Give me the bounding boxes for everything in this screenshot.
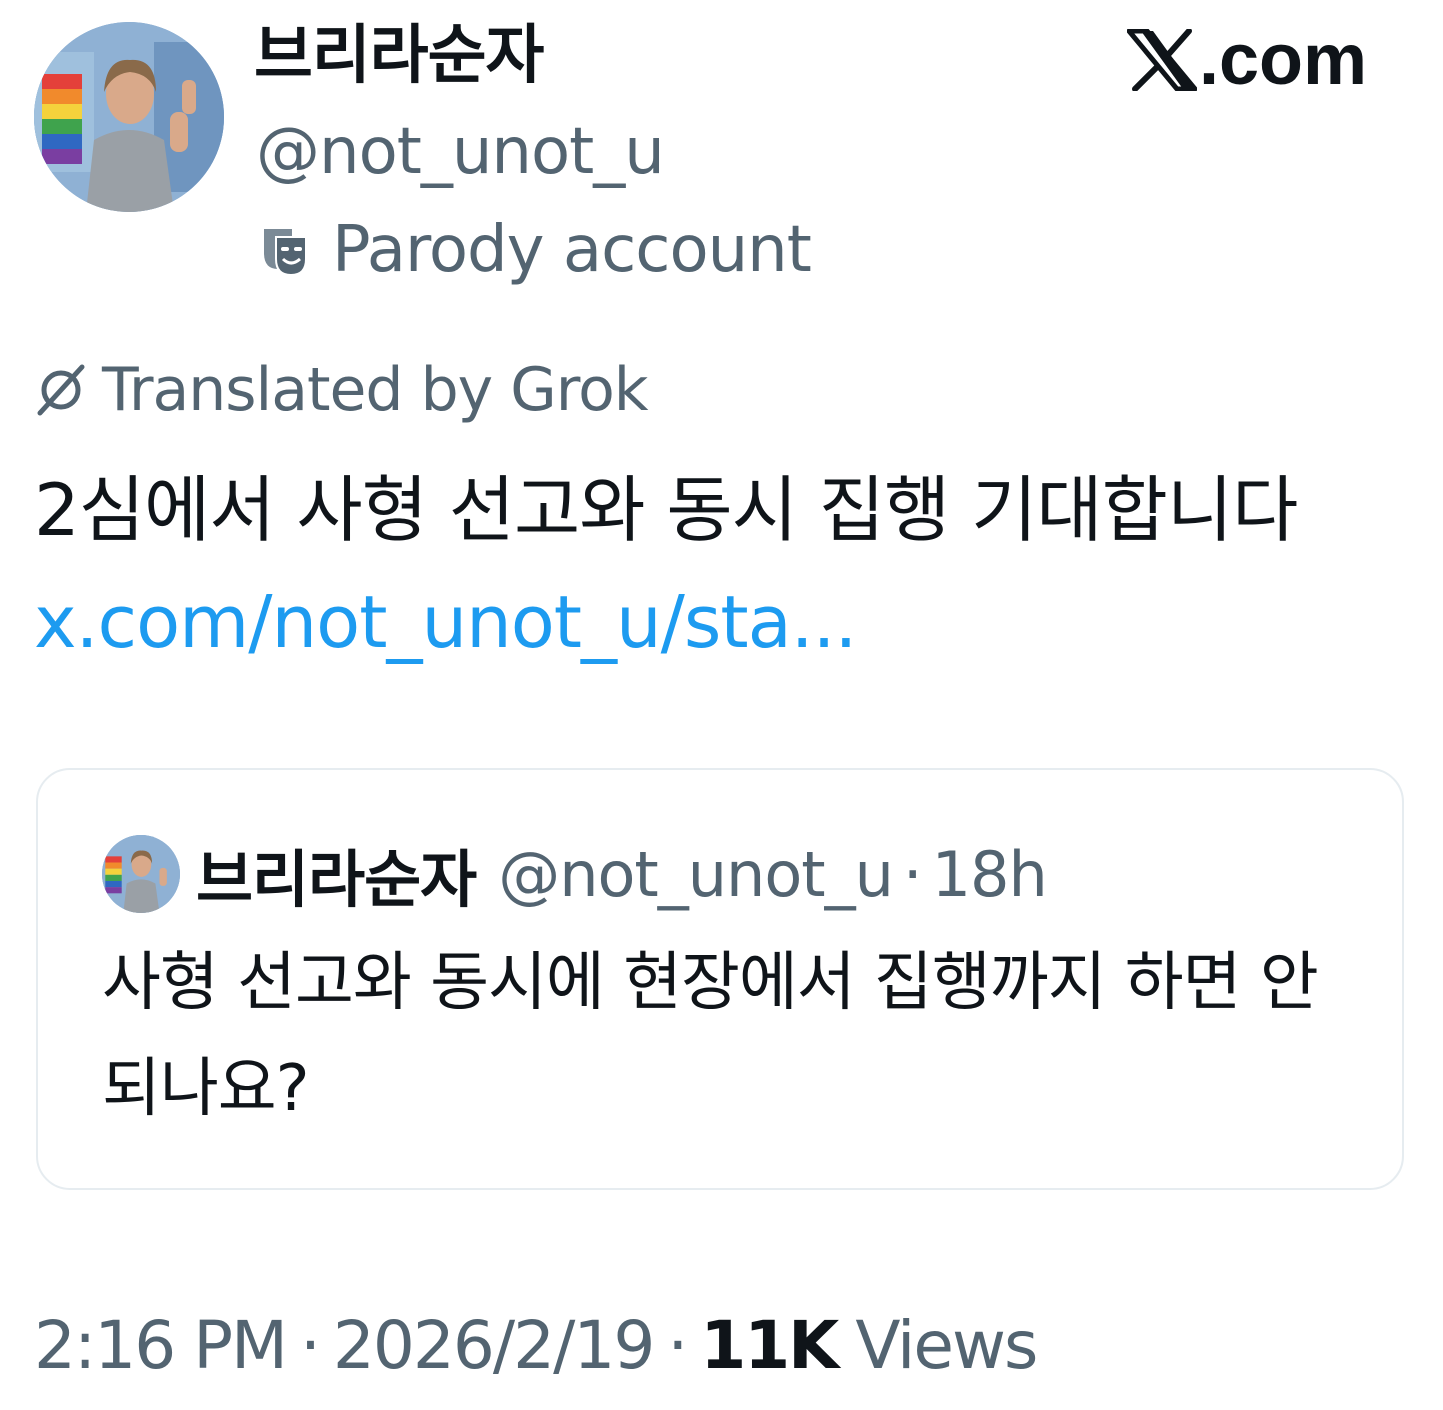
- parody-label-row: Parody account: [258, 208, 812, 292]
- meta-separator: ·: [667, 1306, 688, 1384]
- quoted-tweet-text: 사형 선고와 동시에 현장에서 집행까지 하면 안되나요?: [102, 946, 1319, 1126]
- x-logo-icon: [1126, 29, 1197, 91]
- theater-mask-icon: [264, 229, 307, 277]
- quoted-separator: ·: [902, 837, 923, 911]
- translated-by-label: Translated by Grok: [102, 355, 649, 425]
- quoted-avatar[interactable]: [102, 835, 180, 913]
- display-name[interactable]: 브리라순자: [254, 14, 544, 98]
- grok-icon: [37, 364, 85, 416]
- translation-notice[interactable]: Translated by Grok: [34, 350, 649, 430]
- quoted-display-name[interactable]: 브리라순자: [196, 829, 477, 919]
- post-date[interactable]: 2026/2/19: [333, 1307, 655, 1384]
- post-time[interactable]: 2:16 PM: [34, 1307, 288, 1384]
- quoted-tweet-card[interactable]: 브리라순자 @not_unot_u · 18h 사형 선고와 동시에 현장에서 …: [36, 768, 1404, 1190]
- quoted-user-handle[interactable]: @not_unot_u: [498, 838, 894, 911]
- user-handle[interactable]: @not_unot_u: [256, 112, 665, 192]
- tweet-text: 2심에서 사형 선고와 동시 집행 기대합니다 x.com/not_unot_u…: [34, 454, 1414, 678]
- views-count[interactable]: 11K: [700, 1307, 839, 1384]
- brand-domain: .com: [1198, 20, 1367, 100]
- quoted-timestamp[interactable]: 18h: [932, 838, 1048, 911]
- quoted-avatar-image: [102, 835, 180, 913]
- tweet-metadata: 2:16 PM · 2026/2/19 · 11K Views: [34, 1300, 1038, 1390]
- avatar-image: [34, 22, 224, 212]
- tweet-link[interactable]: x.com/not_unot_u/sta...: [34, 580, 857, 664]
- views-label: Views: [855, 1306, 1038, 1384]
- parody-account-label: Parody account: [332, 213, 812, 287]
- quoted-tweet-header: 브리라순자 @not_unot_u · 18h: [102, 829, 1048, 919]
- tweet-body: 2심에서 사형 선고와 동시 집행 기대합니다: [34, 468, 1298, 552]
- brand-logo: .com: [1126, 20, 1367, 100]
- avatar[interactable]: [34, 22, 224, 212]
- meta-separator: ·: [299, 1306, 321, 1384]
